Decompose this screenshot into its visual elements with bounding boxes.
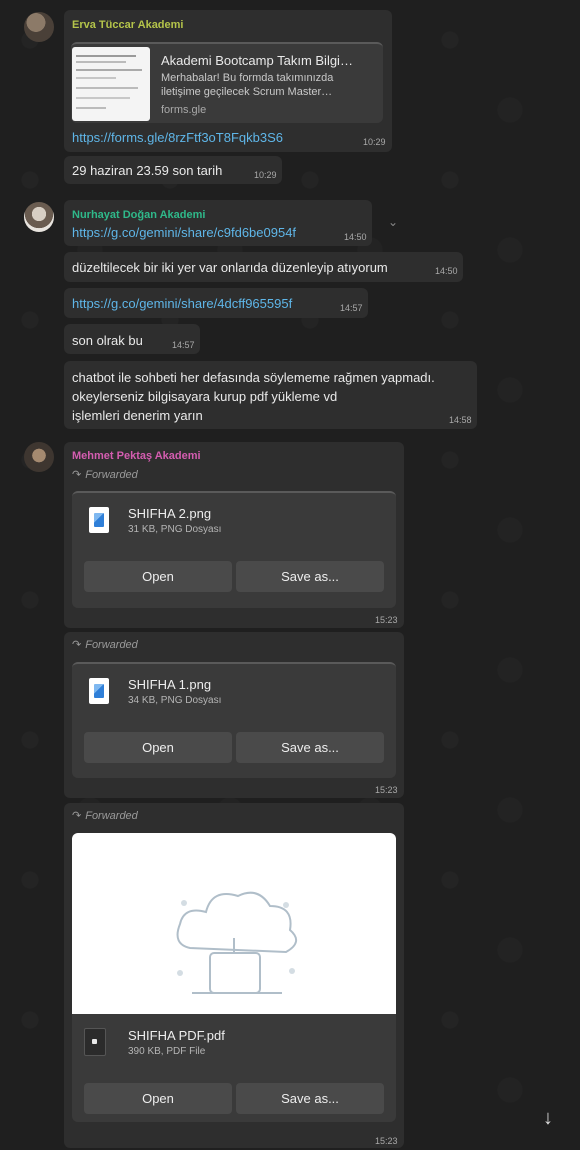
link-preview-card[interactable]: Akademi Bootcamp Takım Bilgi… Merhabalar… <box>71 42 383 123</box>
message-link[interactable]: https://g.co/gemini/share/c9fd6be0954f <box>72 225 296 240</box>
message-text: son olrak bu <box>72 333 143 348</box>
message-text-line-2: okeylerseniz bilgisayara kurup pdf yükle… <box>72 389 338 404</box>
open-button[interactable]: Open <box>84 732 232 763</box>
save-as-button[interactable]: Save as... <box>236 561 384 592</box>
message-bubble-link[interactable]: Nurhayat Doğan Akademi https://g.co/gemi… <box>64 200 372 246</box>
file-message[interactable]: ↷ Forwarded SHIFHA PDF.pdf 390 KB, PDF F… <box>64 803 404 1148</box>
avatar-mehmet[interactable] <box>24 442 54 472</box>
message-bubble[interactable]: chatbot ile sohbeti her defasında söylem… <box>64 361 477 429</box>
file-meta: 390 KB, PDF File <box>128 1046 206 1057</box>
message-text: düzeltilecek bir iki yer var onlarıda dü… <box>72 260 388 275</box>
message-time: 10:29 <box>363 137 386 147</box>
file-meta: 31 KB, PNG Dosyası <box>128 524 222 535</box>
link-preview-thumbnail <box>72 47 150 121</box>
message-options-chevron-icon[interactable]: ⌄ <box>388 215 398 229</box>
sender-name: Erva Tüccar Akademi <box>72 19 184 31</box>
file-card[interactable]: SHIFHA 2.png 31 KB, PNG Dosyası Open Sav… <box>72 491 396 608</box>
file-name: SHIFHA PDF.pdf <box>128 1028 225 1043</box>
pdf-file-icon <box>84 1028 106 1056</box>
message-bubble[interactable]: 29 haziran 23.59 son tarih 10:29 <box>64 156 282 184</box>
message-time: 14:58 <box>449 415 472 425</box>
sender-name: Mehmet Pektaş Akademi <box>72 450 201 462</box>
message-bubble[interactable]: son olrak bu 14:57 <box>64 324 200 354</box>
forward-icon: ↷ <box>72 469 82 481</box>
link-preview-domain: forms.gle <box>161 104 207 116</box>
forward-icon: ↷ <box>72 810 82 822</box>
message-text: 29 haziran 23.59 son tarih <box>72 163 223 178</box>
message-time: 15:23 <box>375 1136 398 1146</box>
message-text-line-1: chatbot ile sohbeti her defasında söylem… <box>72 370 435 385</box>
forward-icon: ↷ <box>72 639 82 651</box>
forwarded-label: ↷ Forwarded <box>72 638 138 651</box>
file-message[interactable]: Mehmet Pektaş Akademi ↷ Forwarded SHIFHA … <box>64 442 404 628</box>
scroll-to-bottom-arrow-icon[interactable]: ↓ <box>543 1107 553 1130</box>
link-preview-description-line-1: Merhabalar! Bu formda takımınızda <box>161 72 334 84</box>
open-button[interactable]: Open <box>84 561 232 592</box>
message-text-line-3: işlemleri denerim yarın <box>72 408 203 423</box>
pdf-preview-image[interactable] <box>72 833 396 1014</box>
file-message[interactable]: ↷ Forwarded SHIFHA 1.png 34 KB, PNG Dosya… <box>64 632 404 798</box>
message-link[interactable]: https://forms.gle/8rzFtf3oT8Fqkb3S6 <box>72 130 283 145</box>
image-file-icon <box>89 678 109 704</box>
file-name: SHIFHA 2.png <box>128 506 212 521</box>
sender-name: Nurhayat Doğan Akademi <box>72 209 206 221</box>
message-time: 14:57 <box>172 340 195 350</box>
open-button[interactable]: Open <box>84 1083 232 1114</box>
forwarded-text: Forwarded <box>85 810 138 822</box>
message-time: 14:50 <box>344 232 367 242</box>
message-bubble[interactable]: düzeltilecek bir iki yer var onlarıda dü… <box>64 252 463 282</box>
message-bubble-link[interactable]: Erva Tüccar Akademi Akademi Bootcamp Tak… <box>64 10 392 152</box>
file-meta: 34 KB, PNG Dosyası <box>128 695 222 706</box>
save-as-button[interactable]: Save as... <box>236 732 384 763</box>
forwarded-text: Forwarded <box>85 639 138 651</box>
file-card[interactable]: SHIFHA PDF.pdf 390 KB, PDF File Open Sav… <box>72 833 396 1122</box>
message-bubble-link[interactable]: https://g.co/gemini/share/4dcff965595f 1… <box>64 288 368 318</box>
image-file-icon <box>89 507 109 533</box>
file-card[interactable]: SHIFHA 1.png 34 KB, PNG Dosyası Open Sav… <box>72 662 396 778</box>
avatar-erva[interactable] <box>24 12 54 42</box>
link-preview-description-line-2: iletişime geçilecek Scrum Master… <box>161 86 333 98</box>
forwarded-text: Forwarded <box>85 469 138 481</box>
message-link[interactable]: https://g.co/gemini/share/4dcff965595f <box>72 296 292 311</box>
avatar-nurhayat[interactable] <box>24 202 54 232</box>
chat-messages-pane[interactable]: Erva Tüccar Akademi Akademi Bootcamp Tak… <box>0 0 580 1150</box>
forwarded-label: ↷ Forwarded <box>72 468 138 481</box>
message-time: 14:57 <box>340 303 363 313</box>
message-time: 10:29 <box>254 170 277 180</box>
message-time: 15:23 <box>375 785 398 795</box>
message-time: 14:50 <box>435 266 458 276</box>
link-preview-title: Akademi Bootcamp Takım Bilgi… <box>161 53 353 68</box>
forwarded-label: ↷ Forwarded <box>72 809 138 822</box>
message-time: 15:23 <box>375 615 398 625</box>
save-as-button[interactable]: Save as... <box>236 1083 384 1114</box>
file-name: SHIFHA 1.png <box>128 677 212 692</box>
